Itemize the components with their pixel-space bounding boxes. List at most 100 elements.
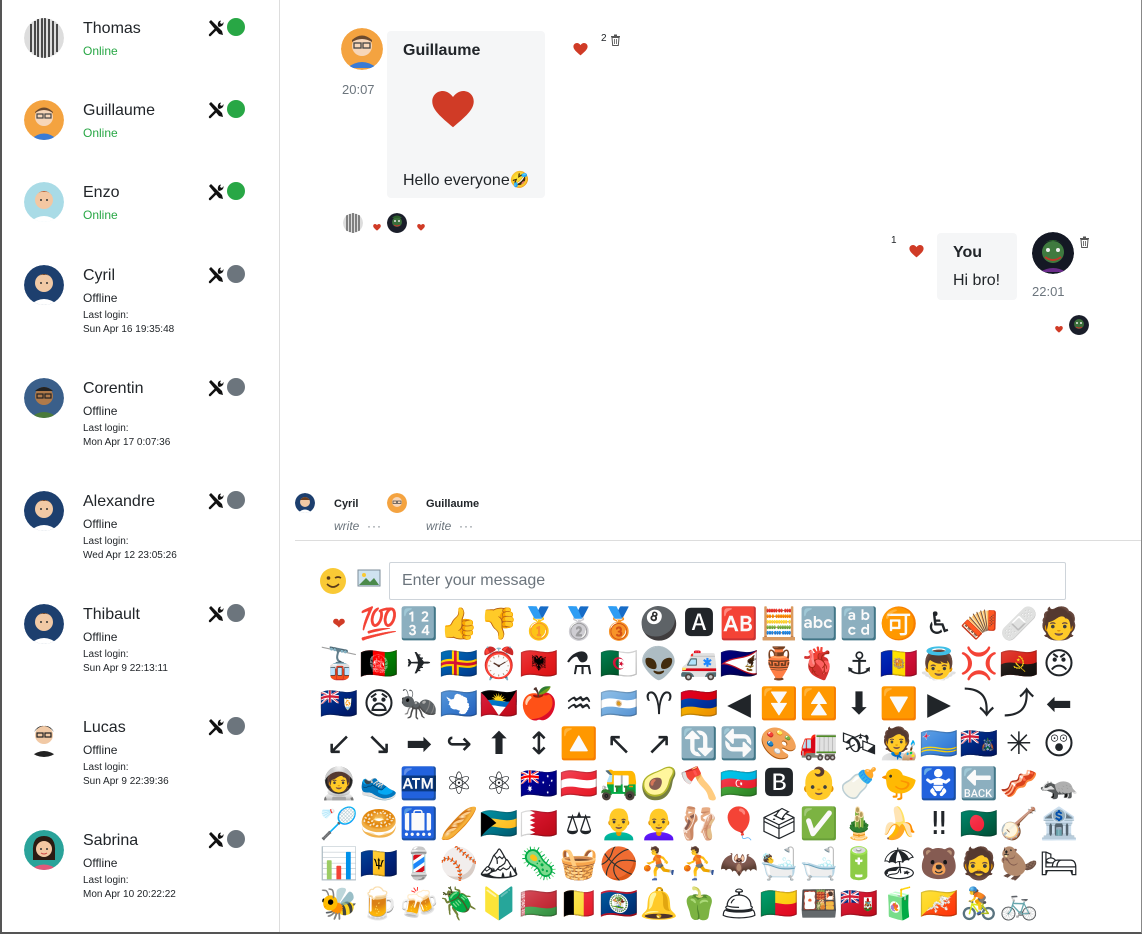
emoji-option[interactable]: 🥇 xyxy=(519,604,559,644)
emoji-option[interactable]: 🇦🇶 xyxy=(439,684,479,724)
emoji-option[interactable]: ⤵ xyxy=(959,684,999,724)
emoji-option[interactable]: 🔋 xyxy=(839,844,879,884)
emoji-option[interactable]: 🦡 xyxy=(1039,764,1079,804)
emoji-option[interactable]: ⚖ xyxy=(559,804,599,844)
emoji-option[interactable]: 🫀 xyxy=(799,644,839,684)
emoji-option[interactable]: 🏀 xyxy=(599,844,639,884)
emoji-option[interactable]: 🇦🇸 xyxy=(719,644,759,684)
emoji-option[interactable]: 🇦🇺 xyxy=(519,764,559,804)
emoji-option[interactable]: ⬆ xyxy=(479,724,519,764)
emoji-option[interactable]: ⏬ xyxy=(759,684,799,724)
emoji-option[interactable]: 🎈 xyxy=(719,804,759,844)
emoji-option[interactable]: 👼 xyxy=(919,644,959,684)
emoji-option[interactable]: 🔔 xyxy=(639,884,679,924)
emoji-option[interactable]: 🏧 xyxy=(399,764,439,804)
user-item-corentin[interactable]: Corentin Offline Last login: Mon Apr 17 0:0… xyxy=(2,359,280,469)
emoji-option[interactable]: 🥖 xyxy=(439,804,479,844)
message-avatar-you[interactable] xyxy=(1032,232,1074,274)
emoji-option[interactable]: 🛀 xyxy=(759,844,799,884)
emoji-option[interactable]: 🍱 xyxy=(799,884,839,924)
emoji-option[interactable]: 💯 xyxy=(359,604,399,644)
emoji-option[interactable]: 🔤 xyxy=(799,604,839,644)
emoji-option[interactable]: ⤴ xyxy=(999,684,1039,724)
tools-icon[interactable] xyxy=(207,605,225,623)
emoji-option[interactable]: ⬇ xyxy=(839,684,879,724)
emoji-option[interactable]: 🍼 xyxy=(839,764,879,804)
emoji-option[interactable]: ↕ xyxy=(519,724,559,764)
emoji-option[interactable]: 🍺 xyxy=(359,884,399,924)
image-upload-icon[interactable] xyxy=(357,568,381,588)
emoji-option[interactable]: 🥯 xyxy=(359,804,399,844)
emoji-option[interactable]: 🥉 xyxy=(599,604,639,644)
emoji-option[interactable]: 🏖 xyxy=(879,844,919,884)
tools-icon[interactable] xyxy=(207,831,225,849)
emoji-option[interactable]: ⛹ xyxy=(639,844,679,884)
emoji-option[interactable]: 🇧🇸 xyxy=(479,804,519,844)
emoji-option[interactable]: 🪲 xyxy=(439,884,479,924)
emoji-option[interactable]: 🇧🇾 xyxy=(519,884,559,924)
emoji-option[interactable]: 🇦🇿 xyxy=(719,764,759,804)
emoji-option[interactable]: ↙ xyxy=(319,724,359,764)
emoji-option[interactable]: 🏺 xyxy=(759,644,799,684)
emoji-option[interactable]: 🗳 xyxy=(759,804,799,844)
user-item-alexandre[interactable]: Alexandre Offline Last login: Wed Apr 12 23… xyxy=(2,472,280,582)
emoji-option[interactable]: 🇦🇮 xyxy=(319,684,359,724)
emoji-option[interactable]: 👎 xyxy=(479,604,519,644)
emoji-option[interactable]: 🅱 xyxy=(759,764,799,804)
emoji-option[interactable]: ⚛ xyxy=(439,764,479,804)
emoji-option[interactable]: ‼ xyxy=(919,804,959,844)
emoji-option[interactable]: 🧃 xyxy=(879,884,919,924)
tools-icon[interactable] xyxy=(207,718,225,736)
emoji-option[interactable]: ↪ xyxy=(439,724,479,764)
tools-icon[interactable] xyxy=(207,183,225,201)
emoji-option[interactable]: 🇦🇲 xyxy=(679,684,719,724)
emoji-option[interactable]: 🇦🇩 xyxy=(879,644,919,684)
emoji-option[interactable]: 🧺 xyxy=(559,844,599,884)
user-item-lucas[interactable]: Lucas Offline Last login: Sun Apr 9 22:39:3… xyxy=(2,698,280,808)
emoji-option[interactable]: 🔙 xyxy=(959,764,999,804)
emoji-option[interactable]: 🔼 xyxy=(559,724,599,764)
emoji-option[interactable]: 🍎 xyxy=(519,684,559,724)
emoji-option[interactable]: ▶ xyxy=(919,684,959,724)
emoji-option[interactable]: 😧 xyxy=(359,684,399,724)
emoji-option[interactable]: 🏔 xyxy=(479,844,519,884)
tools-icon[interactable] xyxy=(207,19,225,37)
emoji-option[interactable]: 🇦🇼 xyxy=(919,724,959,764)
emoji-option[interactable]: 🚼 xyxy=(919,764,959,804)
emoji-option[interactable]: 🇧🇯 xyxy=(759,884,799,924)
user-item-thibault[interactable]: Thibault Offline Last login: Sun Apr 9 22:1… xyxy=(2,585,280,695)
emoji-option[interactable]: 🛎 xyxy=(719,884,759,924)
emoji-option[interactable]: ⛹ xyxy=(679,844,719,884)
emoji-option[interactable]: 🧑‍🎨 xyxy=(879,724,919,764)
emoji-option[interactable]: 🚡 xyxy=(319,644,359,684)
emoji-option[interactable]: ⚓ xyxy=(839,644,879,684)
emoji-option[interactable]: 🇦🇬 xyxy=(479,684,519,724)
like-button[interactable] xyxy=(909,245,924,263)
emoji-option[interactable]: ✅ xyxy=(799,804,839,844)
emoji-option[interactable]: 👶 xyxy=(799,764,839,804)
emoji-option[interactable]: 🎨 xyxy=(759,724,799,764)
emoji-option[interactable]: 👍 xyxy=(439,604,479,644)
emoji-option[interactable]: 🏦 xyxy=(1039,804,1079,844)
emoji-option[interactable]: ✈ xyxy=(399,644,439,684)
emoji-option[interactable]: 🚑 xyxy=(679,644,719,684)
emoji-option[interactable]: 🚴 xyxy=(959,884,999,924)
emoji-option[interactable]: 🪗 xyxy=(959,604,999,644)
emoji-option[interactable]: ↖ xyxy=(599,724,639,764)
tools-icon[interactable] xyxy=(207,492,225,510)
emoji-option[interactable]: 🪕 xyxy=(999,804,1039,844)
emoji-option[interactable]: 🐜 xyxy=(399,684,439,724)
emoji-option[interactable]: 🩰 xyxy=(679,804,719,844)
emoji-option[interactable]: 🛰 xyxy=(839,724,879,764)
emoji-option[interactable]: 🆎 xyxy=(719,604,759,644)
emoji-option[interactable]: 🔽 xyxy=(879,684,919,724)
emoji-option[interactable]: 🎍 xyxy=(839,804,879,844)
emoji-option[interactable]: 🔢 xyxy=(399,604,439,644)
emoji-option[interactable]: ♒ xyxy=(559,684,599,724)
emoji-option[interactable]: 🇦🇫 xyxy=(359,644,399,684)
message-avatar-guillaume[interactable] xyxy=(341,28,383,70)
emoji-option[interactable]: 🍌 xyxy=(879,804,919,844)
emoji-option[interactable]: ♿ xyxy=(919,604,959,644)
emoji-option[interactable]: 🧑‍🚀 xyxy=(319,764,359,804)
emoji-option[interactable]: 🦫 xyxy=(999,844,1039,884)
